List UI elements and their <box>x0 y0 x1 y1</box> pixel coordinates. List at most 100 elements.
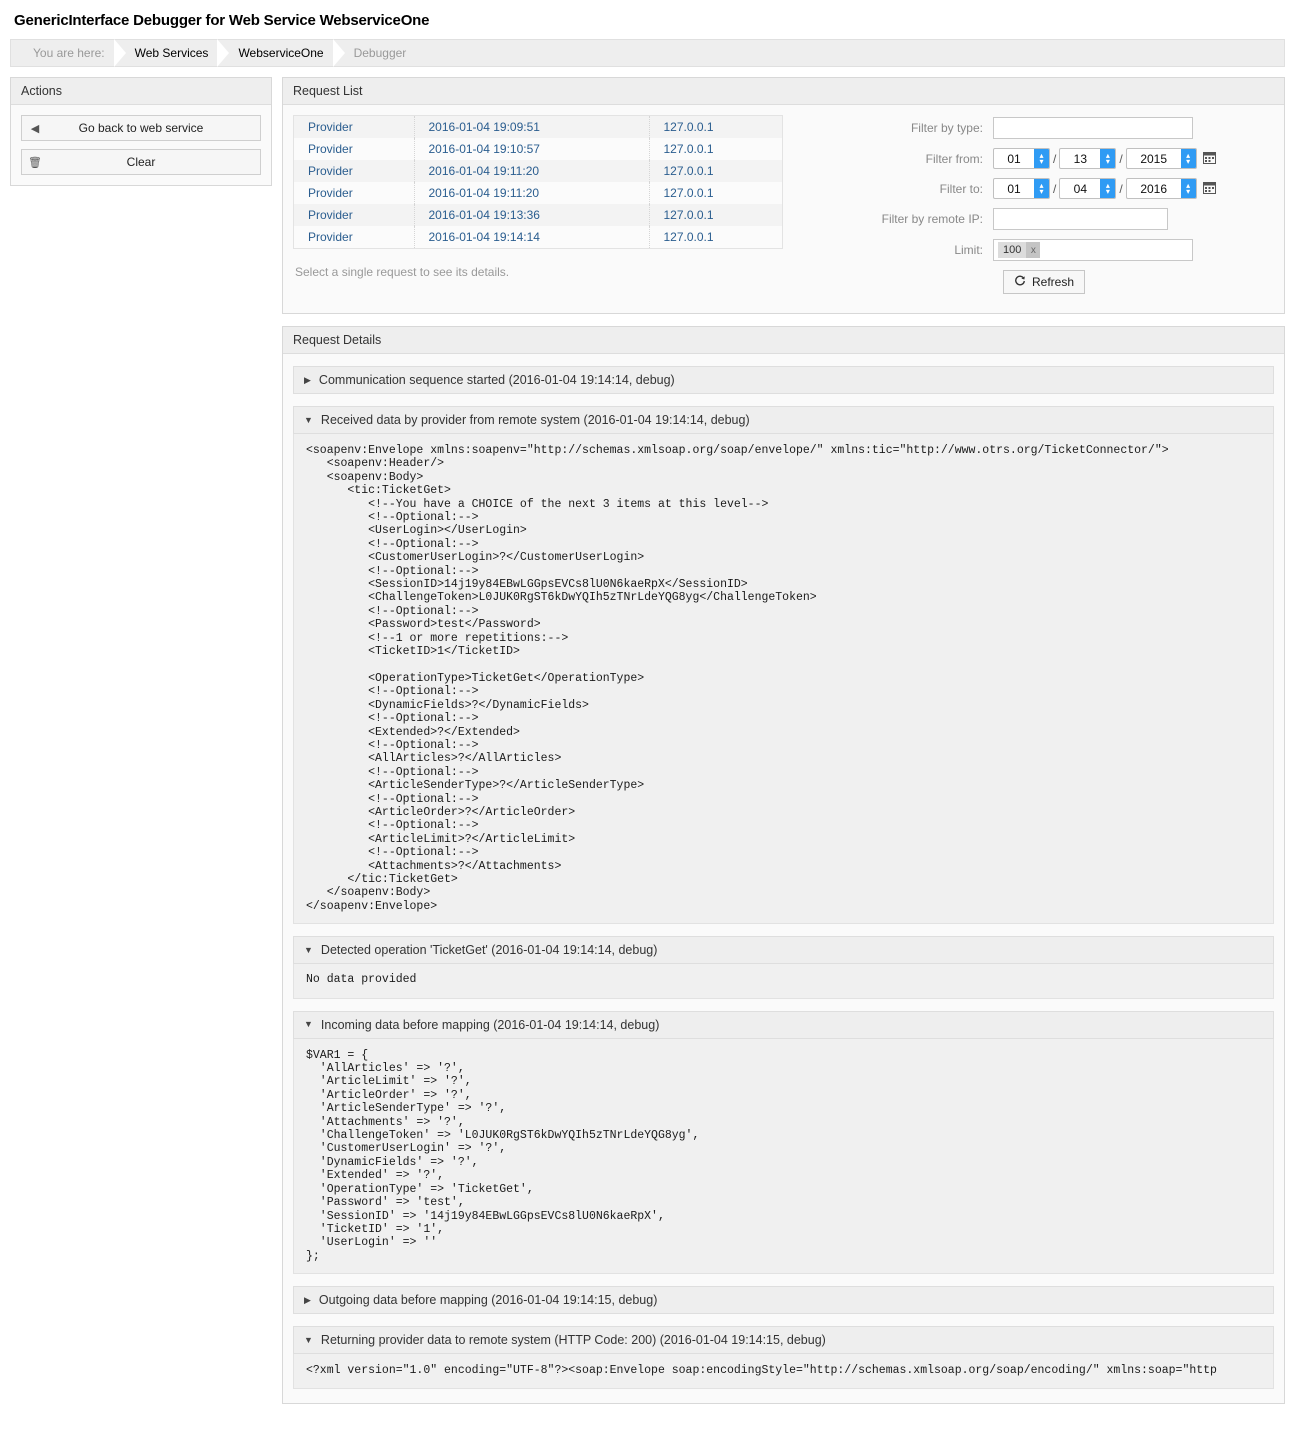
accordion-title: Detected operation 'TicketGet' (2016-01-… <box>320 943 658 958</box>
filter-from-label: Filter from: <box>925 151 983 166</box>
accordion-content: No data provided <box>293 964 1274 999</box>
chevron-down-icon: ▼ <box>304 414 313 425</box>
request-details-header: Request Details <box>283 327 1284 354</box>
clear-button[interactable]: 🗑 Clear <box>21 149 261 175</box>
filter-to-day-stepper[interactable]: 04 ▴ ▾ <box>1059 178 1117 199</box>
request-details-body: ▶ Communication sequence started (2016-0… <box>283 354 1284 1403</box>
spinner-down-icon: ▾ <box>1186 156 1191 166</box>
accordion-incoming-data-before-mapping: ▼ Incoming data before mapping (2016-01-… <box>293 1010 1274 1275</box>
request-timestamp[interactable]: 2016-01-04 19:11:20 <box>414 182 650 204</box>
table-row[interactable]: Provider 2016-01-04 19:10:57 127.0.0.1 <box>294 138 782 160</box>
accordion-header[interactable]: ▶ Communication sequence started (2016-0… <box>293 366 1274 394</box>
breadcrumb: You are here: Web Services WebserviceOne… <box>10 39 1285 67</box>
accordion-header[interactable]: ▼ Received data by provider from remote … <box>293 406 1274 434</box>
actions-header: Actions <box>11 78 271 105</box>
request-timestamp[interactable]: 2016-01-04 19:11:20 <box>414 160 650 182</box>
filter-to-day-value: 04 <box>1073 181 1088 196</box>
filter-from-year-stepper[interactable]: 2015 ▴ ▾ <box>1125 148 1197 169</box>
filter-from-row: Filter from: 01 ▴ ▾ / 13 ▴ ▾ / 2015 ▴ ▾ <box>803 148 1274 169</box>
stepper-arrows-icon[interactable]: ▴ ▾ <box>1100 149 1116 168</box>
main-content: Actions ◀ Go back to web service 🗑 Clear… <box>0 67 1295 1416</box>
request-type[interactable]: Provider <box>294 226 415 248</box>
stepper-arrows-icon[interactable]: ▴ ▾ <box>1100 179 1116 198</box>
filter-from-month-stepper[interactable]: 01 ▴ ▾ <box>993 148 1050 169</box>
calendar-icon[interactable] <box>1202 151 1216 166</box>
stepper-arrows-icon[interactable]: ▴ ▾ <box>1180 179 1196 198</box>
breadcrumb-item-web-services[interactable]: Web Services <box>117 40 221 66</box>
limit-input[interactable]: 100 x <box>993 239 1193 261</box>
date-separator: / <box>1053 181 1057 196</box>
filter-from-day-stepper[interactable]: 13 ▴ ▾ <box>1059 148 1117 169</box>
stepper-arrows-icon[interactable]: ▴ ▾ <box>1180 149 1196 168</box>
breadcrumb-separator-icon <box>114 40 128 66</box>
table-row[interactable]: Provider 2016-01-04 19:09:51 127.0.0.1 <box>294 116 782 138</box>
sidebar: Actions ◀ Go back to web service 🗑 Clear <box>10 77 272 198</box>
filter-by-remote-ip-label: Filter by remote IP: <box>881 212 983 226</box>
breadcrumb-item-webserviceone[interactable]: WebserviceOne <box>220 40 335 66</box>
go-back-to-web-service-button[interactable]: ◀ Go back to web service <box>21 115 261 141</box>
filter-to-year-stepper[interactable]: 2016 ▴ ▾ <box>1125 178 1197 199</box>
accordion-detected-operation: ▼ Detected operation 'TicketGet' (2016-0… <box>293 936 1274 999</box>
remove-token-icon[interactable]: x <box>1026 242 1041 258</box>
calendar-icon[interactable] <box>1202 181 1216 196</box>
calendar-glyph <box>1202 152 1216 164</box>
request-type[interactable]: Provider <box>294 138 415 160</box>
request-remote-ip[interactable]: 127.0.0.1 <box>649 160 782 182</box>
filter-to-month-stepper[interactable]: 01 ▴ ▾ <box>993 178 1050 199</box>
breadcrumb-item-label: WebserviceOne <box>238 46 324 60</box>
calendar-glyph <box>1202 182 1216 194</box>
accordion-header[interactable]: ▼ Incoming data before mapping (2016-01-… <box>293 1010 1274 1039</box>
spinner-down-icon: ▾ <box>1186 186 1191 196</box>
table-row[interactable]: Provider 2016-01-04 19:11:20 127.0.0.1 <box>294 182 782 204</box>
request-remote-ip[interactable]: 127.0.0.1 <box>649 116 782 138</box>
back-arrow-icon: ◀ <box>30 122 40 135</box>
accordion-header[interactable]: ▶ Outgoing data before mapping (2016-01-… <box>293 1286 1274 1315</box>
request-remote-ip[interactable]: 127.0.0.1 <box>649 204 782 226</box>
request-timestamp[interactable]: 2016-01-04 19:14:14 <box>414 226 650 248</box>
breadcrumb-prefix-label: You are here: <box>33 46 105 60</box>
request-timestamp[interactable]: 2016-01-04 19:13:36 <box>414 204 650 226</box>
filter-by-remote-ip-input[interactable] <box>993 208 1168 230</box>
soap-request-xml: <soapenv:Envelope xmlns:soapenv="http://… <box>306 444 1169 913</box>
request-remote-ip[interactable]: 127.0.0.1 <box>649 138 782 160</box>
date-separator: / <box>1119 181 1123 196</box>
actions-widget: Actions ◀ Go back to web service 🗑 Clear <box>10 77 272 186</box>
returning-provider-xml: <?xml version="1.0" encoding="UTF-8"?><s… <box>306 1364 1217 1378</box>
limit-token: 100 x <box>998 242 1041 258</box>
limit-label: Limit: <box>954 243 983 257</box>
refresh-button[interactable]: Refresh <box>1003 270 1086 294</box>
accordion-header[interactable]: ▼ Returning provider data to remote syst… <box>293 1326 1274 1355</box>
trash-icon: 🗑 <box>28 156 42 169</box>
content-column: Request List Provider 2016-01-04 19:09:5… <box>282 77 1285 1416</box>
request-type[interactable]: Provider <box>294 182 415 204</box>
request-timestamp[interactable]: 2016-01-04 19:10:57 <box>414 138 650 160</box>
limit-row: Limit: 100 x <box>803 239 1274 261</box>
breadcrumb-separator-icon <box>217 40 231 66</box>
filter-by-type-input[interactable] <box>993 117 1193 139</box>
request-remote-ip[interactable]: 127.0.0.1 <box>649 182 782 204</box>
request-type[interactable]: Provider <box>294 116 415 138</box>
accordion-received-data-by-provider: ▼ Received data by provider from remote … <box>293 406 1274 925</box>
accordion-header[interactable]: ▼ Detected operation 'TicketGet' (2016-0… <box>293 936 1274 965</box>
request-remote-ip[interactable]: 127.0.0.1 <box>649 226 782 248</box>
request-type[interactable]: Provider <box>294 160 415 182</box>
filter-from-day-value: 13 <box>1073 151 1088 166</box>
filter-to-month-value: 01 <box>1007 181 1021 196</box>
stepper-arrows-icon[interactable]: ▴ ▾ <box>1034 149 1049 168</box>
table-row[interactable]: Provider 2016-01-04 19:13:36 127.0.0.1 <box>294 204 782 226</box>
filter-by-type-label: Filter by type: <box>910 121 983 135</box>
table-row[interactable]: Provider 2016-01-04 19:11:20 127.0.0.1 <box>294 160 782 182</box>
filter-to-row: Filter to: 01 ▴ ▾ / 04 ▴ ▾ / 2016 ▴ ▾ <box>803 178 1274 199</box>
chevron-down-icon: ▼ <box>304 1334 313 1345</box>
accordion-content: <soapenv:Envelope xmlns:soapenv="http://… <box>293 434 1274 925</box>
spinner-down-icon: ▾ <box>1039 156 1044 166</box>
request-timestamp[interactable]: 2016-01-04 19:09:51 <box>414 116 650 138</box>
filter-from-year-value: 2015 <box>1140 151 1168 166</box>
accordion-outgoing-data-before-mapping: ▶ Outgoing data before mapping (2016-01-… <box>293 1286 1274 1315</box>
request-list-table-container: Provider 2016-01-04 19:09:51 127.0.0.1 P… <box>293 115 783 249</box>
request-type[interactable]: Provider <box>294 204 415 226</box>
table-row[interactable]: Provider 2016-01-04 19:14:14 127.0.0.1 <box>294 226 782 248</box>
stepper-arrows-icon[interactable]: ▴ ▾ <box>1034 179 1049 198</box>
breadcrumb-item-label: Web Services <box>134 46 209 60</box>
detected-operation-text: No data provided <box>306 973 417 987</box>
